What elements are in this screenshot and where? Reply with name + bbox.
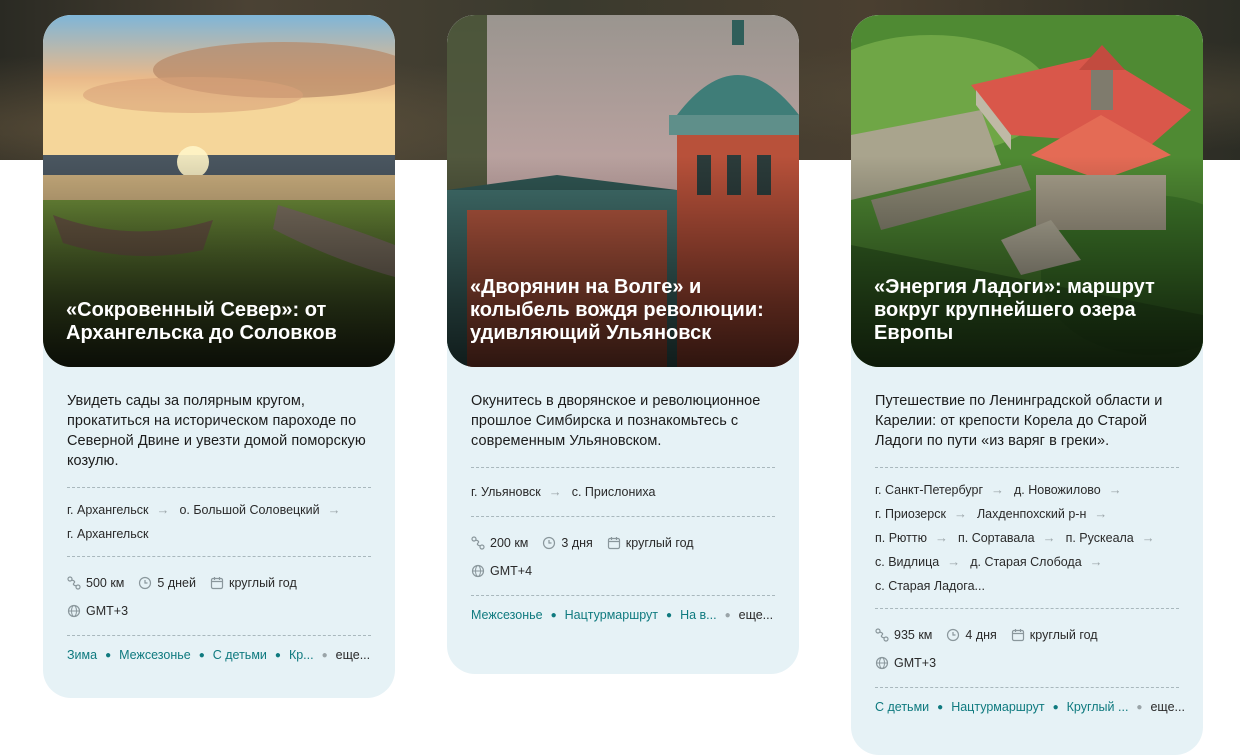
card-title[interactable]: «Энергия Ладоги»: маршрут вокруг крупней…	[874, 276, 1185, 345]
season: круглый год	[210, 569, 297, 597]
distance: 500 км	[67, 569, 124, 597]
tag[interactable]: Межсезонье	[471, 608, 543, 622]
route-stop: п. Рюттю →	[875, 526, 958, 550]
tag-separator: ●	[1136, 701, 1143, 713]
clock-icon	[139, 576, 152, 590]
route-stop: п. Рускеала →	[1066, 526, 1165, 550]
route-stop: г. Приозерск →	[875, 502, 977, 526]
route-stop: г. Архангельск →	[67, 498, 179, 522]
duration: 5 дней	[138, 569, 196, 597]
tag[interactable]: Межсезонье	[119, 648, 191, 662]
timezone: GMT+3	[875, 649, 1165, 677]
tour-card[interactable]: «Энергия Ладоги»: маршрут вокруг крупней…	[851, 15, 1203, 755]
clock-icon	[543, 536, 556, 550]
arrow-right-icon: →	[953, 506, 967, 521]
arrow-right-icon: →	[1089, 554, 1103, 569]
arrow-right-icon: →	[548, 484, 562, 499]
route-list: г. Архангельск → о. Большой Соловецкий → г…	[67, 488, 371, 556]
tag[interactable]: С детьми	[213, 648, 267, 662]
arrow-right-icon: →	[947, 554, 961, 569]
route-icon	[471, 536, 485, 550]
globe-icon	[875, 656, 889, 670]
route-stop: с. Прислониха	[571, 485, 656, 499]
tag[interactable]: Кр...	[289, 648, 314, 662]
clock-icon	[947, 628, 960, 642]
calendar-icon	[1011, 629, 1024, 642]
arrow-right-icon: →	[1042, 530, 1056, 545]
globe-icon	[471, 564, 485, 578]
tag-separator: ●	[1052, 701, 1059, 713]
route-stop: г. Санкт-Петербург →	[875, 478, 1014, 502]
card-description: Окунитесь в дворянское и революционное п…	[471, 393, 761, 449]
season: круглый год	[607, 529, 694, 557]
route-list: г. Санкт-Петербург → д. Новожилово → г. Пр…	[875, 468, 1179, 608]
arrow-right-icon: →	[1141, 530, 1155, 545]
route-stop: о. Большой Соловецкий →	[179, 498, 350, 522]
more-tags-link[interactable]: еще...	[1150, 700, 1184, 714]
distance: 200 км	[471, 529, 528, 557]
route-icon	[67, 576, 81, 590]
card-image[interactable]: «Энергия Ладоги»: маршрут вокруг крупней…	[851, 15, 1203, 367]
card-title[interactable]: «Дворянин на Волге» и колыбель вождя рев…	[470, 276, 781, 345]
more-tags-link[interactable]: еще...	[739, 608, 773, 622]
arrow-right-icon: →	[1108, 482, 1122, 497]
tour-card[interactable]: «Сокровенный Север»: от Архангельска до …	[43, 15, 395, 698]
tour-meta: 200 км 3 дня круглый год GMT+4	[471, 517, 775, 595]
route-stop: п. Сортавала →	[958, 526, 1066, 550]
tag-separator: ●	[321, 649, 328, 661]
more-tags-link[interactable]: еще...	[336, 648, 370, 662]
season: круглый год	[1011, 621, 1098, 649]
tag[interactable]: Нацтурмаршрут	[951, 700, 1044, 714]
route-stop: Лахденпохский р-н →	[977, 502, 1117, 526]
tag[interactable]: Нацтурмаршрут	[565, 608, 658, 622]
route-stop: г. Ульяновск →	[471, 480, 572, 504]
tag-separator: ●	[666, 609, 673, 621]
tag[interactable]: С детьми	[875, 700, 929, 714]
distance: 935 км	[875, 621, 932, 649]
card-image[interactable]: «Сокровенный Север»: от Архангельска до …	[43, 15, 395, 367]
arrow-right-icon: →	[1094, 506, 1108, 521]
route-icon	[875, 628, 889, 642]
tour-card[interactable]: «Дворянин на Волге» и колыбель вождя рев…	[447, 15, 799, 674]
route-stop: г. Архангельск	[67, 527, 149, 541]
globe-icon	[67, 604, 81, 618]
timezone: GMT+3	[67, 597, 357, 625]
tag[interactable]: На в...	[680, 608, 717, 622]
tag-list: С детьми ● Нацтурмаршрут ● Круглый ... ●…	[875, 688, 1185, 730]
route-stop: с. Видлица →	[875, 550, 970, 574]
route-list: г. Ульяновск → с. Прислониха	[471, 468, 775, 516]
timezone: GMT+4	[471, 557, 761, 585]
card-title[interactable]: «Сокровенный Север»: от Архангельска до …	[66, 299, 377, 345]
tag[interactable]: Зима	[67, 648, 97, 662]
card-image[interactable]: «Дворянин на Волге» и колыбель вождя рев…	[447, 15, 799, 367]
tour-meta: 935 км 4 дня круглый год GMT+3	[875, 609, 1179, 687]
card-description: Увидеть сады за полярным кругом, прокати…	[67, 393, 366, 469]
arrow-right-icon: →	[156, 502, 170, 517]
tag-separator: ●	[274, 649, 281, 661]
tag-list: Межсезонье ● Нацтурмаршрут ● На в... ● е…	[471, 596, 775, 638]
route-stop: д. Новожилово →	[1014, 478, 1132, 502]
tag-separator: ●	[105, 649, 112, 661]
calendar-icon	[210, 577, 224, 590]
tag-separator: ●	[937, 701, 944, 713]
tour-meta: 500 км 5 дней круглый год GMT+3	[67, 557, 371, 635]
duration: 4 дня	[946, 621, 997, 649]
card-description: Путешествие по Ленинградской области и К…	[875, 393, 1163, 449]
duration: 3 дня	[542, 529, 593, 557]
tag-list: Зима ● Межсезонье ● С детьми ● Кр... ● е…	[67, 636, 371, 678]
route-stop: с. Старая Ладога...	[875, 579, 985, 593]
route-stop: д. Старая Слобода →	[970, 550, 1112, 574]
tag-separator: ●	[550, 609, 557, 621]
arrow-right-icon: →	[934, 530, 948, 545]
tag[interactable]: Круглый ...	[1067, 700, 1129, 714]
arrow-right-icon: →	[991, 482, 1005, 497]
arrow-right-icon: →	[327, 502, 341, 517]
tag-separator: ●	[198, 649, 205, 661]
calendar-icon	[607, 537, 620, 550]
tag-separator: ●	[724, 609, 731, 621]
